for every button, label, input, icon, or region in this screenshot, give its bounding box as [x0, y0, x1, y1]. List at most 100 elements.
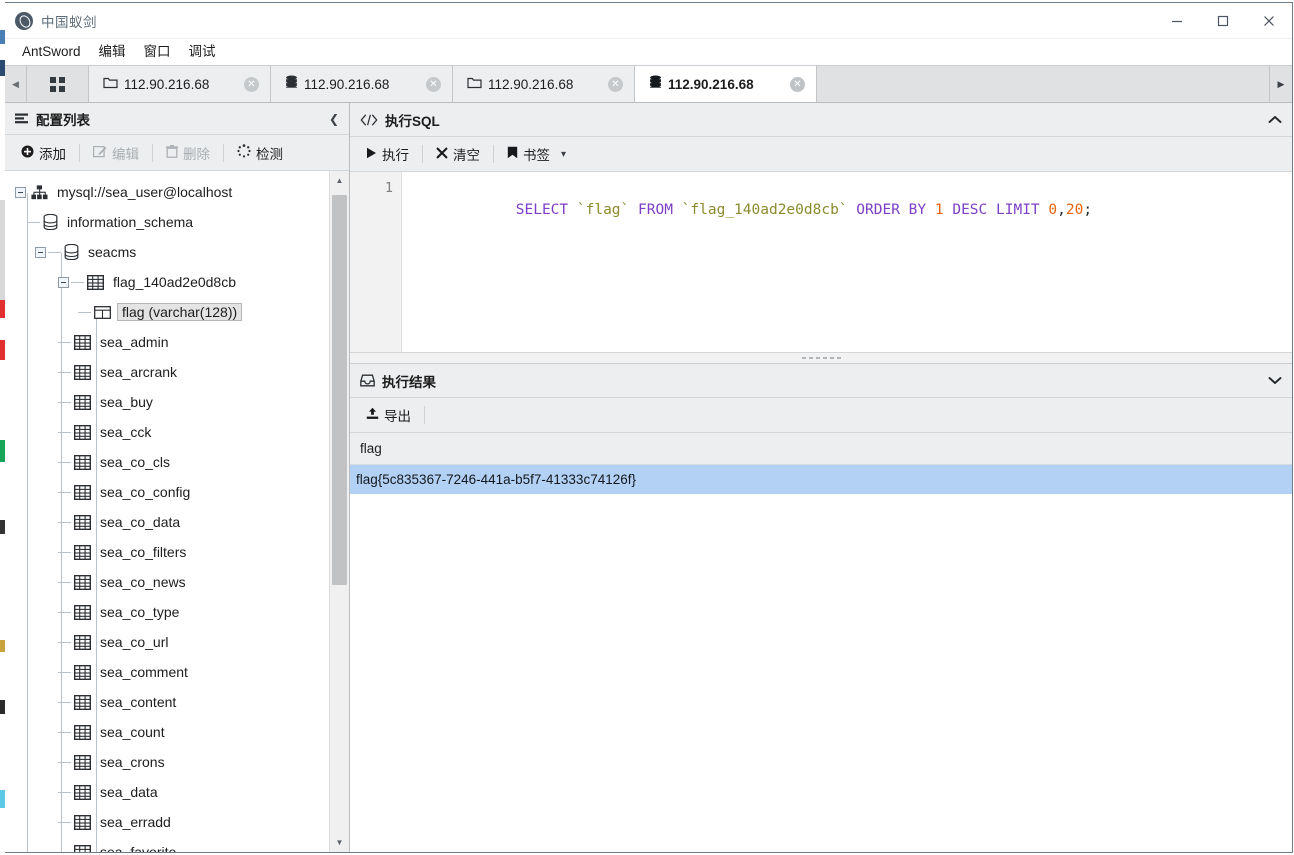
scroll-down-icon[interactable]: ▼ — [330, 833, 349, 852]
delete-label: 删除 — [183, 146, 210, 162]
collapse-toggle-icon[interactable] — [35, 246, 46, 258]
tab-2[interactable]: 112.90.216.68 ✕ — [453, 66, 635, 102]
tree-node-table[interactable]: sea_co_type — [5, 597, 329, 627]
tab-close-icon[interactable]: ✕ — [244, 76, 259, 92]
tree-node-table[interactable]: sea_co_data — [5, 507, 329, 537]
tab-close-icon[interactable]: ✕ — [426, 76, 441, 92]
clear-label: 清空 — [453, 148, 480, 163]
chevron-down-icon[interactable] — [1268, 374, 1282, 388]
menu-edit[interactable]: 编辑 — [90, 42, 135, 62]
export-button[interactable]: 导出 — [356, 401, 421, 429]
tree-node-label: sea_co_type — [100, 604, 180, 620]
tree-node-flag-column[interactable]: flag (varchar(128)) — [5, 297, 329, 327]
sql-token: 20 — [1065, 202, 1084, 218]
collapse-toggle-icon[interactable] — [15, 186, 26, 198]
table-icon — [74, 424, 91, 440]
delete-button[interactable]: 删除 — [156, 139, 220, 167]
toolbar-separator — [152, 143, 153, 162]
menu-window[interactable]: 窗口 — [135, 42, 180, 62]
sidebar: 配置列表 ❮ 添加 编辑 删除 检测 mysql://sea_user@loca… — [5, 103, 350, 852]
tab-scroll-left-icon[interactable]: ◀ — [5, 66, 27, 102]
tree-node-label: sea_count — [100, 724, 165, 740]
table-icon — [74, 664, 91, 680]
edit-label: 编辑 — [112, 146, 139, 162]
tree-node-table[interactable]: sea_co_config — [5, 477, 329, 507]
table-row[interactable]: flag{5c835367-7246-441a-b5f7-41333c74126… — [350, 465, 1292, 494]
tree-connector — [58, 431, 71, 433]
tab-close-icon[interactable]: ✕ — [608, 76, 623, 92]
tree-node-table[interactable]: sea_co_filters — [5, 537, 329, 567]
tree-node-information-schema[interactable]: information_schema — [5, 207, 329, 237]
caret-down-icon[interactable]: ▾ — [561, 149, 566, 160]
detect-label: 检测 — [256, 146, 283, 162]
tree-node-root[interactable]: mysql://sea_user@localhost — [5, 177, 329, 207]
pencil-square-icon — [93, 145, 107, 161]
tree-node-table[interactable]: sea_cck — [5, 417, 329, 447]
tree-node-table[interactable]: sea_co_news — [5, 567, 329, 597]
tab-close-icon[interactable]: ✕ — [790, 76, 805, 92]
scroll-up-icon[interactable]: ▲ — [330, 171, 349, 190]
tree-node-table[interactable]: sea_erradd — [5, 807, 329, 837]
edit-button[interactable]: 编辑 — [83, 139, 149, 167]
tree-node-table[interactable]: sea_favorite — [5, 837, 329, 852]
tree-node-table[interactable]: sea_comment — [5, 657, 329, 687]
chevron-up-icon[interactable] — [1268, 113, 1282, 127]
export-label: 导出 — [384, 409, 411, 424]
tree-node-seacms[interactable]: seacms — [5, 237, 329, 267]
tree-connector — [71, 281, 84, 283]
sql-token: LIMIT — [996, 202, 1040, 218]
tree-node-label: sea_comment — [100, 664, 188, 680]
execute-button[interactable]: 执行 — [356, 140, 419, 168]
tree-connector — [58, 491, 71, 493]
tree-node-table[interactable]: sea_crons — [5, 747, 329, 777]
sidebar-collapse-icon[interactable]: ❮ — [329, 112, 339, 126]
tree-node-table[interactable]: sea_count — [5, 717, 329, 747]
tree-node-table[interactable]: sea_co_cls — [5, 447, 329, 477]
tree-node-table[interactable]: sea_buy — [5, 387, 329, 417]
sitemap-icon — [31, 184, 48, 200]
tree-connector — [58, 701, 71, 703]
collapse-toggle-icon[interactable] — [58, 276, 69, 288]
tab-1[interactable]: 112.90.216.68 ✕ — [271, 66, 453, 102]
menu-antsword[interactable]: AntSword — [13, 42, 90, 62]
tab-grid-overview-button[interactable] — [27, 66, 89, 102]
bookmark-button[interactable]: 书签 ▾ — [497, 140, 576, 168]
scrollbar-thumb[interactable] — [332, 195, 347, 585]
close-button[interactable] — [1246, 3, 1292, 39]
tree-node-table[interactable]: sea_content — [5, 687, 329, 717]
toolbar-separator — [422, 145, 423, 163]
tree-connector — [58, 461, 71, 463]
tree-node-table[interactable]: sea_arcrank — [5, 357, 329, 387]
plus-circle-icon — [21, 145, 34, 161]
maximize-button[interactable] — [1200, 3, 1246, 39]
minimize-button[interactable] — [1154, 3, 1200, 39]
tree-node-table[interactable]: sea_co_url — [5, 627, 329, 657]
panel-splitter[interactable] — [350, 353, 1292, 364]
add-button[interactable]: 添加 — [11, 139, 76, 167]
result-grid[interactable]: flag flag{5c835367-7246-441a-b5f7-41333c… — [350, 433, 1292, 852]
sql-editor[interactable]: 1 SELECT `flag` FROM `flag_140ad2e0d8cb`… — [350, 172, 1292, 353]
sql-code-area[interactable]: SELECT `flag` FROM `flag_140ad2e0d8cb` O… — [402, 172, 1292, 352]
tree-node-label: sea_buy — [100, 394, 153, 410]
tab-0[interactable]: 112.90.216.68 ✕ — [89, 66, 271, 102]
tree-node-table[interactable]: sea_admin — [5, 327, 329, 357]
sql-editor-panel: 执行SQL 执行 清空 书签 ▾ 1 SELECT `flag` FROM `f… — [350, 103, 1292, 353]
clear-button[interactable]: 清空 — [426, 140, 490, 168]
play-icon — [366, 147, 377, 162]
table-icon — [74, 844, 91, 852]
tab-3-active[interactable]: 112.90.216.68 ✕ — [635, 66, 817, 102]
result-panel: 执行结果 导出 flag flag{5c835367-7246-441a-b5f… — [350, 364, 1292, 852]
sidebar-scrollbar[interactable]: ▲ ▼ — [329, 171, 349, 852]
line-number: 1 — [384, 180, 393, 196]
tab-scroll-right-icon[interactable]: ▶ — [1270, 66, 1292, 102]
menu-debug[interactable]: 调试 — [180, 42, 225, 62]
times-icon — [436, 147, 448, 162]
tree-node-table[interactable]: sea_data — [5, 777, 329, 807]
detect-button[interactable]: 检测 — [227, 139, 293, 167]
tree-node-label: sea_co_url — [100, 634, 169, 650]
column-header-flag[interactable]: flag — [360, 441, 382, 456]
table-icon — [74, 454, 91, 470]
tree-node-flag-table[interactable]: flag_140ad2e0d8cb — [5, 267, 329, 297]
